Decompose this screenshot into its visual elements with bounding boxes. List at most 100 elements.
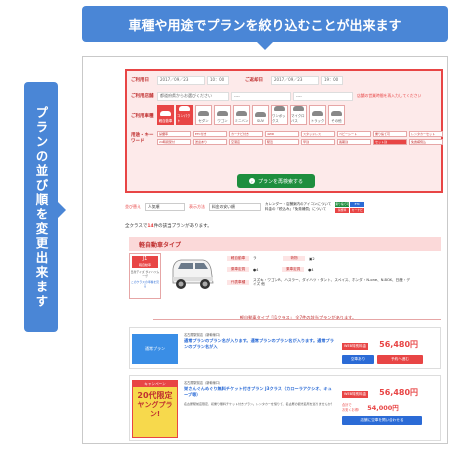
- discount-label-2: お安くお得!: [342, 408, 360, 412]
- keyword-chip[interactable]: スタッドレス: [301, 131, 335, 137]
- keyword-chip[interactable]: 乗り捨て可: [373, 131, 407, 137]
- rental-date-label: ご利用日: [131, 78, 149, 83]
- car-option-compact[interactable]: コンパクト: [176, 105, 193, 125]
- car-option-onebox[interactable]: ワンボックス: [271, 105, 288, 125]
- plan-title-link[interactable]: 通常プランのプラン名が入ります。通常プランのプラン名が入ります。通常プランのプラ…: [184, 338, 334, 349]
- keyword-label: 用途・キーワード: [131, 133, 154, 144]
- car-type-label: ご利用車種: [131, 114, 154, 119]
- rental-time-select[interactable]: 10：00: [207, 75, 229, 85]
- spec-capacity-value: 4: [256, 267, 259, 272]
- plan-card: 通常プラン 名古屋駅前店（新幹線口） 通常プランのプラン名が入ります。通常プラン…: [129, 327, 441, 369]
- car-option-label: マイクロバス: [291, 114, 305, 123]
- keyword-chip[interactable]: 長期割: [337, 139, 371, 145]
- display-label: 表示方法: [189, 204, 205, 209]
- tag-noriste: 乗り捨て可: [335, 201, 350, 207]
- plan-shop: 名古屋駅前店（新幹線口）: [184, 333, 223, 337]
- rental-date-input[interactable]: 2017／09／23: [157, 75, 205, 85]
- category-title: 軽自動車タイプ: [129, 237, 441, 251]
- class-specs: 軽自動車 ラ 荷物 ▣ 2 乗車定員 ● 4 乗車定員 ● 4 代表車種 スズキ…: [227, 253, 413, 303]
- spec-doors-value: 4: [311, 267, 314, 272]
- spec-row: 代表車種 スズキ・ワゴンR、ハスラー、ダイハツ・タント、スペイス、ホンダ・N-o…: [227, 275, 413, 289]
- tag-navi: カーナビ: [350, 207, 365, 213]
- car-option-truck[interactable]: トラック: [309, 105, 326, 125]
- return-time-select[interactable]: 19：00: [321, 75, 343, 85]
- sort-select[interactable]: 人気順: [145, 203, 185, 211]
- campaign-title: 20代限定: [137, 391, 173, 400]
- keyword-chip[interactable]: 送迎あり: [193, 139, 227, 145]
- car-option-label: その他: [331, 119, 342, 123]
- car-option-label: セダン: [198, 119, 209, 123]
- car-option-sedan[interactable]: セダン: [195, 105, 212, 125]
- result-count-suffix: 件の該当プランがあります。: [153, 224, 212, 229]
- plan-price-box: WEB特別料金 56,480円 空車あり 予約へ進む: [342, 332, 436, 364]
- keyword-chip[interactable]: 禁煙車: [157, 131, 191, 137]
- research-button[interactable]: › プランを再検索する: [237, 174, 315, 188]
- side-callout-text: プランの並び順を変更出来ます: [33, 105, 49, 309]
- prefecture-select[interactable]: 都道府県からお選びください: [157, 91, 229, 101]
- car-option-other[interactable]: その他: [328, 105, 345, 125]
- city-select[interactable]: ----: [231, 91, 291, 101]
- car-icon: [293, 106, 304, 111]
- top-callout: 車種や用途でプランを絞り込むことが出来ます: [82, 6, 448, 50]
- keyword-chip-selected[interactable]: セット割: [373, 139, 407, 145]
- class-car-link[interactable]: このクラスの車種を見る: [130, 280, 160, 288]
- keyword-chip[interactable]: ベビーシート: [337, 131, 371, 137]
- reserve-button[interactable]: 予約へ進む: [377, 355, 423, 364]
- result-count-prefix: 全クラスで: [125, 224, 148, 229]
- keyword-chip[interactable]: 免責補償込: [409, 139, 443, 145]
- keyword-chip[interactable]: 空港店: [229, 139, 263, 145]
- plan-title-link[interactable]: 栄さんぐんめぐり無料チケット付きプラン J3クラス（カローラアクシオ、キューブ等…: [184, 386, 334, 397]
- availability-button[interactable]: 空車あり: [342, 355, 374, 364]
- research-button-label: プランを再検索する: [257, 178, 303, 185]
- car-icon: [331, 111, 342, 116]
- spec-models-value: スズキ・ワゴンR、ハスラー、ダイハツ・タント、スペイス、ホンダ・N-one、N-…: [253, 277, 410, 287]
- plan-image: 通常プラン: [132, 334, 178, 364]
- web-price-badge: WEB特別料金: [342, 391, 369, 398]
- spec-row: 軽自動車 ラ 荷物 ▣ 2: [227, 253, 413, 264]
- keyword-chip[interactable]: ETC付き: [193, 131, 227, 137]
- tag-nonsmoking: 禁煙車: [335, 207, 350, 213]
- car-icon: [217, 111, 228, 116]
- keyword-grid: 禁煙車 ETC付き カーナビ付き 4WD スタッドレス ベビーシート 乗り捨て可…: [157, 131, 443, 145]
- keyword-chip[interactable]: 駅近: [265, 139, 299, 145]
- store-select[interactable]: ----: [293, 91, 353, 101]
- car-option-suv[interactable]: SUV: [252, 105, 269, 125]
- plan-description: 名古屋駅前店限定、初乗り無料チケット付きプラン。レンタカーを借りて、名古屋の観光…: [184, 402, 334, 406]
- inquire-button[interactable]: 店舗に空車を問い合わせる: [342, 416, 422, 425]
- plan-price-box: WEB特別料金 56,480円 合計で お安くお得! 54,000円 店舗に空車…: [342, 380, 436, 425]
- store-row: ご利用店舗 都道府県からお選びください ---- ---- 店舗の営業時間を再入…: [131, 89, 437, 103]
- search-panel: ご利用日 2017／09／23 10：00 ご返却日 2017／09／23 19…: [125, 69, 443, 193]
- legend-link-fees[interactable]: 料金の「税込み」「免責補償」について: [265, 207, 331, 212]
- class-code-sub: 軽自動車: [138, 263, 151, 267]
- display-select[interactable]: 料金の安い順: [209, 203, 261, 211]
- spec-class-label: 軽自動車: [227, 256, 249, 261]
- spec-capacity-label: 乗車定員: [227, 267, 249, 272]
- car-option-label: 軽自動車: [158, 119, 173, 123]
- car-option-label: コンパクト: [177, 114, 191, 123]
- car-image: [167, 253, 217, 293]
- keyword-chip[interactable]: 24時間受付: [157, 139, 191, 145]
- car-icon: [160, 111, 171, 116]
- car-option-kei[interactable]: 軽自動車: [157, 105, 174, 125]
- car-option-wagon[interactable]: ワゴン: [214, 105, 231, 125]
- keyword-chip[interactable]: レンタカーセット: [409, 131, 443, 137]
- car-option-label: SUV: [257, 119, 264, 123]
- return-date-input[interactable]: 2017／09／23: [271, 75, 319, 85]
- spec-luggage-label: 荷物: [283, 256, 305, 261]
- sort-bar: 並び替え 人気順 表示方法 料金の安い順 カレンダー・店舗案内のアイコンについて…: [125, 197, 443, 217]
- keyword-chip[interactable]: 早割: [301, 139, 335, 145]
- car-type-options: 軽自動車 コンパクト セダン ワゴン ミニバン SUV ワンボックス マイクロバ…: [157, 105, 437, 125]
- class-tag: J1 軽自動車 日産デイズ ダイハツムーヴ このクラスの車種を見る: [129, 253, 161, 299]
- spec-doors-label: 乗車定員: [282, 267, 305, 272]
- car-option-label: ワンボックス: [272, 114, 286, 123]
- car-option-microbus[interactable]: マイクロバス: [290, 105, 307, 125]
- campaign-head: キャンペーン: [133, 381, 177, 387]
- class-code: J1 軽自動車: [132, 256, 158, 268]
- keyword-chip[interactable]: カーナビ付き: [229, 131, 263, 137]
- store-note: 店舗の営業時間を再入力してください: [357, 93, 422, 98]
- plan-shop: 名古屋駅前店（新幹線口）: [184, 381, 223, 385]
- car-option-minivan[interactable]: ミニバン: [233, 105, 250, 125]
- class-subhead: 軽自動車タイプ「J1クラス」 全7件の該当プランがあります。: [239, 315, 357, 320]
- keyword-chip[interactable]: 4WD: [265, 131, 299, 137]
- return-date-label: ご返却日: [245, 78, 263, 83]
